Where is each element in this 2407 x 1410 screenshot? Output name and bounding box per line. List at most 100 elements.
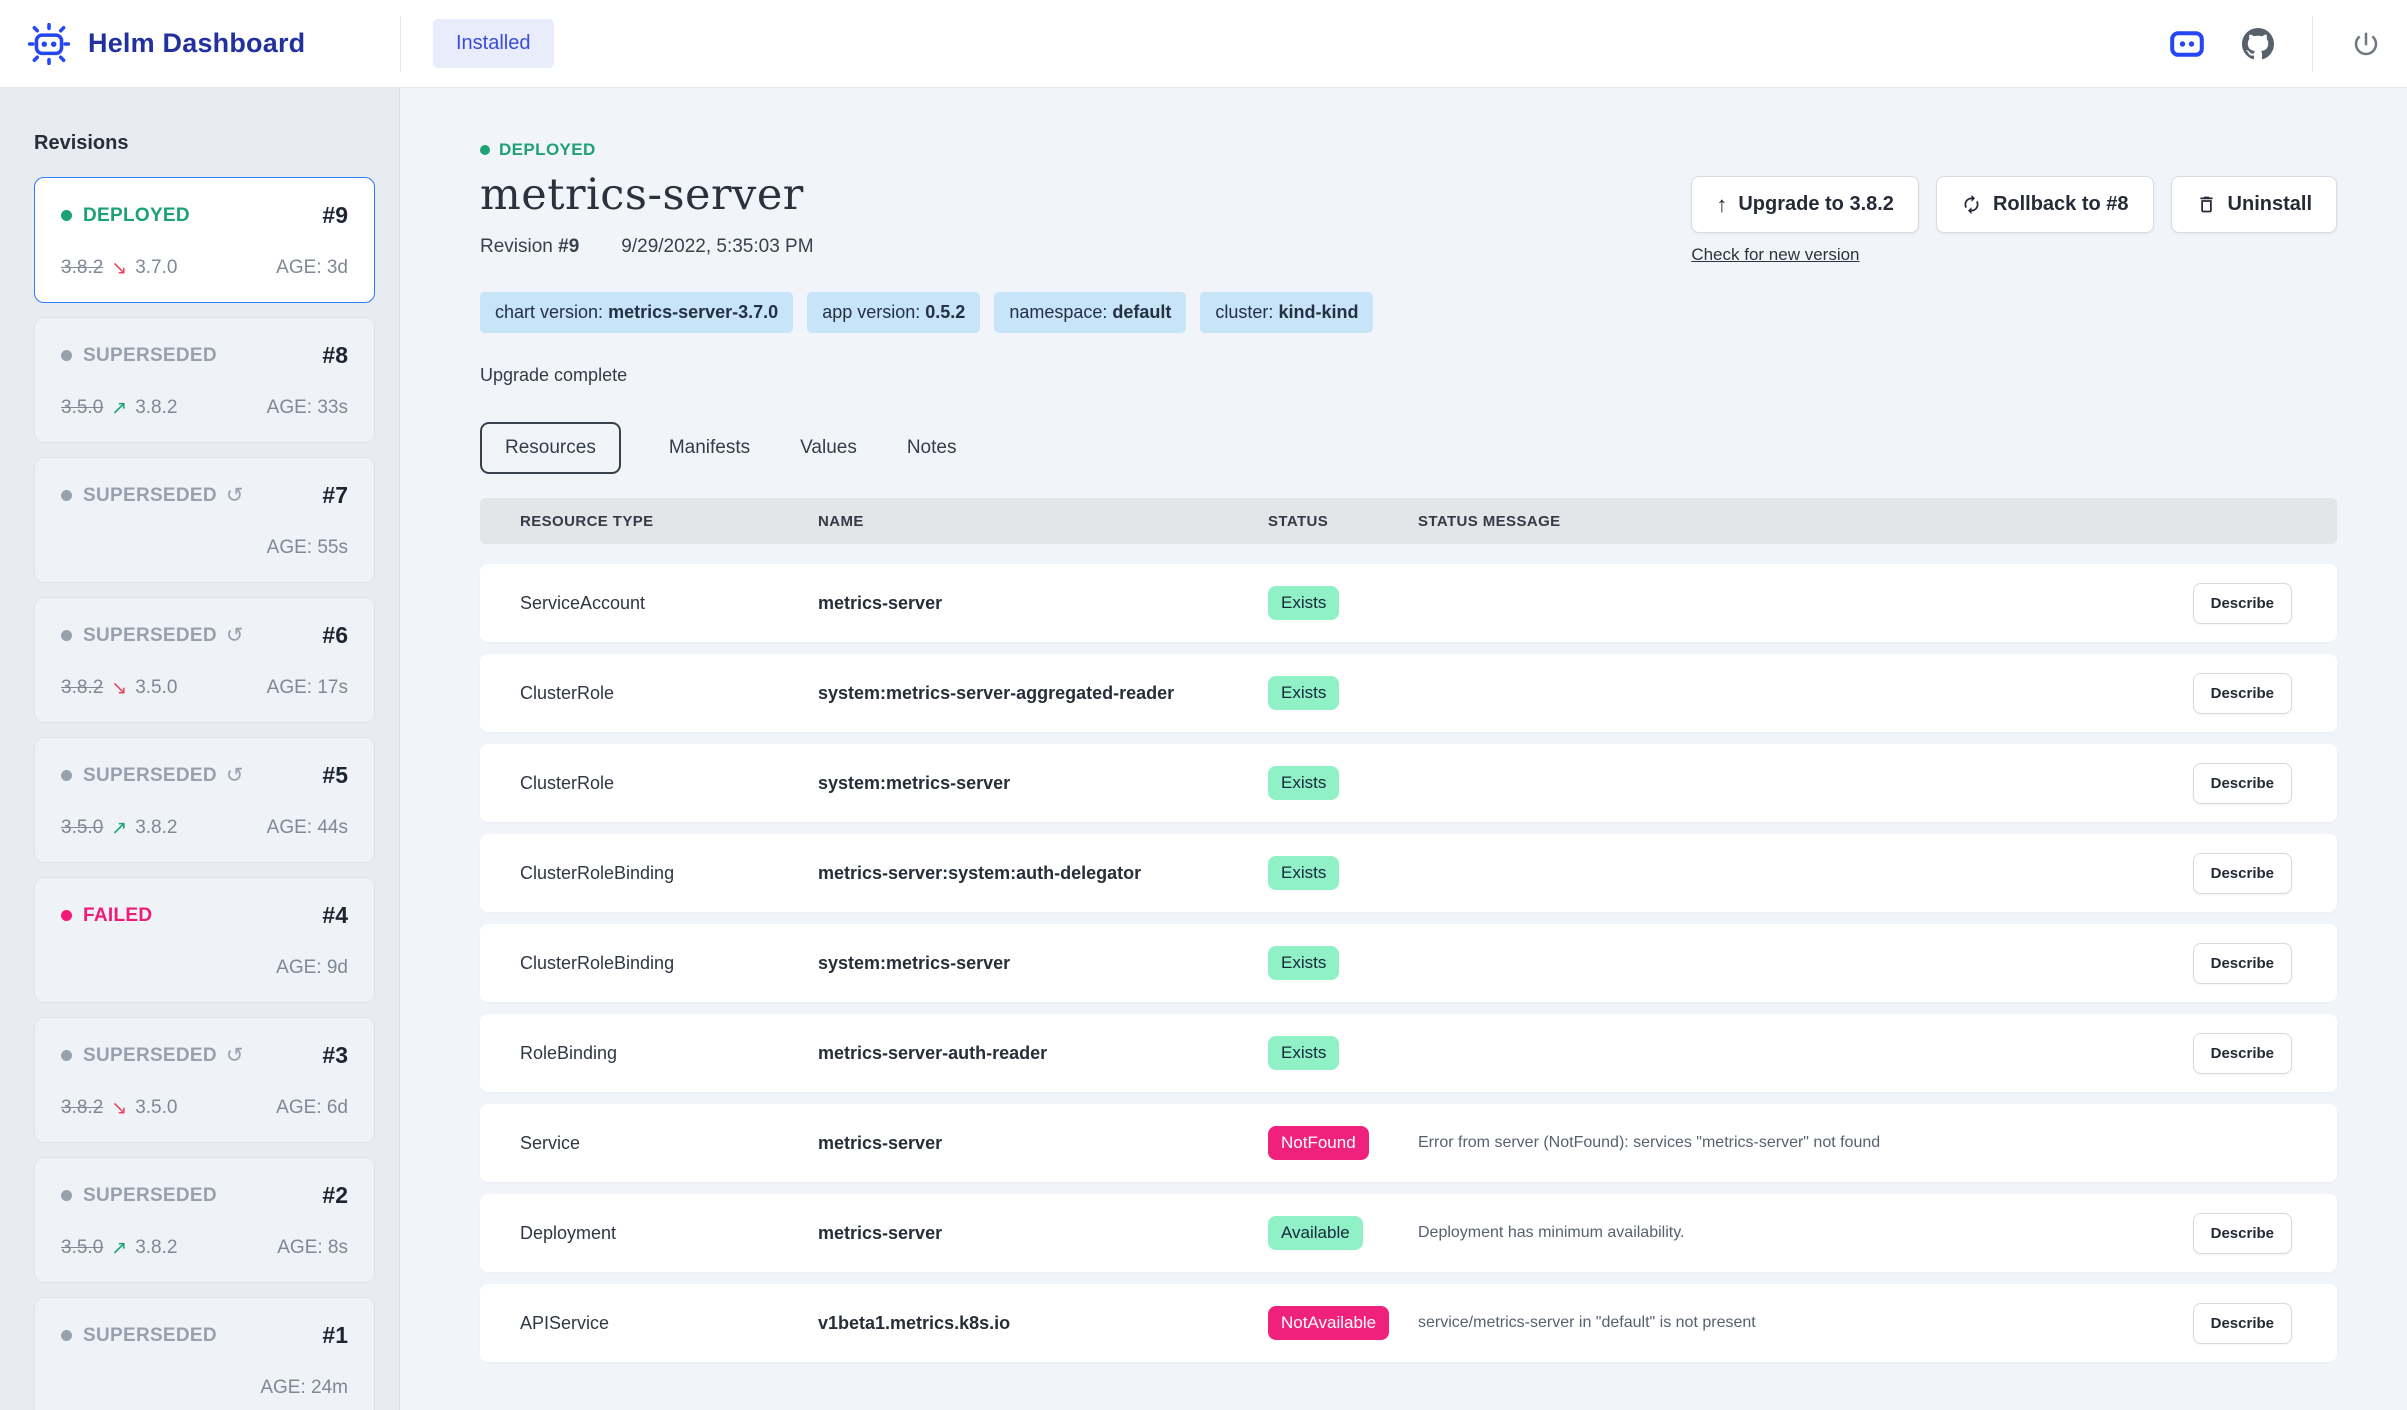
- status-cell: Available: [1268, 1216, 1418, 1250]
- status-badge: NotFound: [1268, 1126, 1369, 1160]
- check-new-version-link[interactable]: Check for new version: [1691, 245, 1859, 265]
- new-version: 3.8.2: [135, 817, 177, 839]
- resource-name: metrics-server:system:auth-delegator: [818, 863, 1268, 884]
- resource-name: system:metrics-server-aggregated-reader: [818, 683, 1268, 704]
- detail-tabs: Resources Manifests Values Notes: [480, 422, 2337, 474]
- helm-dashboard-logo-icon: [26, 21, 72, 67]
- revision-number: #3: [322, 1042, 348, 1069]
- chip-value: metrics-server-3.7.0: [608, 302, 778, 322]
- revisions-list: DEPLOYED #9 3.8.2 ↘ 3.7.0 AGE: 3d: [34, 177, 375, 1410]
- revision-card[interactable]: SUPERSEDED ↺ #7 AGE: 55s: [34, 457, 375, 583]
- revision-number: #6: [322, 622, 348, 649]
- power-icon[interactable]: [2351, 29, 2381, 59]
- status-cell: NotFound: [1268, 1126, 1418, 1160]
- app-home-link[interactable]: Helm Dashboard: [26, 21, 400, 67]
- tab[interactable]: Notes: [905, 422, 959, 474]
- trend-arrow-icon: ↘: [111, 257, 127, 280]
- table-row: APIService v1beta1.metrics.k8s.io NotAva…: [480, 1284, 2337, 1362]
- resource-name: metrics-server: [818, 593, 1268, 614]
- revision-card[interactable]: SUPERSEDED ↺ #3 3.8.2 ↘ 3.5.0 AGE: 6d: [34, 1017, 375, 1143]
- trend-arrow-icon: ↗: [111, 817, 127, 840]
- revision-age: AGE: 8s: [277, 1237, 348, 1259]
- upgrade-arrow-icon: ↑: [1716, 192, 1727, 218]
- revision-number: #2: [322, 1182, 348, 1209]
- status-cell: Exists: [1268, 856, 1418, 890]
- revision-card[interactable]: SUPERSEDED #1 AGE: 24m: [34, 1297, 375, 1410]
- describe-button[interactable]: Describe: [2193, 1213, 2292, 1254]
- table-row: ClusterRoleBinding metrics-server:system…: [480, 834, 2337, 912]
- rollback-button[interactable]: Rollback to #8: [1936, 176, 2154, 233]
- status-badge: Exists: [1268, 586, 1339, 620]
- revision-status: SUPERSEDED: [83, 625, 217, 647]
- tab[interactable]: Manifests: [667, 422, 752, 474]
- describe-button[interactable]: Describe: [2193, 583, 2292, 624]
- nav-tab-installed[interactable]: Installed: [433, 19, 554, 68]
- revision-age: AGE: 44s: [267, 817, 348, 839]
- resource-name: system:metrics-server: [818, 773, 1268, 794]
- release-status-label: DEPLOYED: [499, 140, 596, 160]
- status-dot-icon: [61, 1330, 72, 1341]
- resource-type: ServiceAccount: [520, 593, 818, 614]
- status-badge: Exists: [1268, 856, 1339, 890]
- new-version: 3.8.2: [135, 397, 177, 419]
- revision-card[interactable]: SUPERSEDED ↺ #5 3.5.0 ↗ 3.8.2 AGE: 44s: [34, 737, 375, 863]
- old-version: 3.5.0: [61, 397, 103, 419]
- resource-type: RoleBinding: [520, 1043, 818, 1064]
- table-row: Service metrics-server NotFound Error fr…: [480, 1104, 2337, 1182]
- revision-age: AGE: 33s: [267, 397, 348, 419]
- rollback-icon: ↺: [226, 625, 244, 646]
- describe-button[interactable]: Describe: [2193, 943, 2292, 984]
- col-name: NAME: [818, 513, 1268, 530]
- revision-number: #7: [322, 482, 348, 509]
- resource-type: Deployment: [520, 1223, 818, 1244]
- status-badge: Available: [1268, 1216, 1363, 1250]
- trend-arrow-icon: ↗: [111, 397, 127, 420]
- release-actions: ↑ Upgrade to 3.8.2 Rollback to #8: [1691, 176, 2337, 265]
- revision-status: SUPERSEDED: [83, 1185, 217, 1207]
- tab[interactable]: Values: [798, 422, 859, 474]
- revision-card[interactable]: FAILED #4 AGE: 9d: [34, 877, 375, 1003]
- status-cell: Exists: [1268, 946, 1418, 980]
- revision-number: #8: [322, 342, 348, 369]
- describe-button[interactable]: Describe: [2193, 763, 2292, 804]
- revision-card[interactable]: SUPERSEDED #8 3.5.0 ↗ 3.8.2 AGE: 33s: [34, 317, 375, 443]
- revision-card[interactable]: SUPERSEDED #2 3.5.0 ↗ 3.8.2 AGE: 8s: [34, 1157, 375, 1283]
- status-dot-icon: [61, 490, 72, 501]
- upgrade-button[interactable]: ↑ Upgrade to 3.8.2: [1691, 176, 1919, 233]
- resource-name: v1beta1.metrics.k8s.io: [818, 1313, 1268, 1334]
- revision-status: SUPERSEDED: [83, 345, 217, 367]
- status-dot-icon: [61, 910, 72, 921]
- status-message: Error from server (NotFound): services "…: [1418, 1134, 2172, 1152]
- status-cell: Exists: [1268, 676, 1418, 710]
- describe-button[interactable]: Describe: [2193, 1033, 2292, 1074]
- new-version: 3.5.0: [135, 1097, 177, 1119]
- table-row: Deployment metrics-server Available Depl…: [480, 1194, 2337, 1272]
- github-icon[interactable]: [2242, 28, 2274, 60]
- resource-type: ClusterRole: [520, 773, 818, 794]
- old-version: 3.8.2: [61, 677, 103, 699]
- describe-button[interactable]: Describe: [2193, 853, 2292, 894]
- new-version: 3.5.0: [135, 677, 177, 699]
- tab[interactable]: Resources: [480, 422, 621, 474]
- status-dot-icon: [61, 1190, 72, 1201]
- revision-status: SUPERSEDED: [83, 765, 217, 787]
- release-status: DEPLOYED: [480, 140, 2337, 160]
- revision-card[interactable]: SUPERSEDED ↺ #6 3.8.2 ↘ 3.5.0 AGE: 17s: [34, 597, 375, 723]
- table-row: ClusterRoleBinding system:metrics-server…: [480, 924, 2337, 1002]
- bot-panel-icon[interactable]: [2170, 30, 2204, 58]
- status-message: service/metrics-server in "default" is n…: [1418, 1314, 2172, 1332]
- status-message: Deployment has minimum availability.: [1418, 1224, 2172, 1242]
- describe-button[interactable]: Describe: [2193, 1303, 2292, 1344]
- revision-age: AGE: 3d: [276, 257, 348, 279]
- trash-icon: [2196, 194, 2217, 215]
- status-badge: Exists: [1268, 766, 1339, 800]
- resource-type: ClusterRole: [520, 683, 818, 704]
- resources-table: RESOURCE TYPE NAME STATUS STATUS MESSAGE…: [480, 498, 2337, 1362]
- resource-name: system:metrics-server: [818, 953, 1268, 974]
- uninstall-button[interactable]: Uninstall: [2171, 176, 2337, 233]
- describe-button[interactable]: Describe: [2193, 673, 2292, 714]
- header-divider: [400, 16, 401, 72]
- revision-card[interactable]: DEPLOYED #9 3.8.2 ↘ 3.7.0 AGE: 3d: [34, 177, 375, 303]
- table-row: RoleBinding metrics-server-auth-reader E…: [480, 1014, 2337, 1092]
- new-version: 3.8.2: [135, 1237, 177, 1259]
